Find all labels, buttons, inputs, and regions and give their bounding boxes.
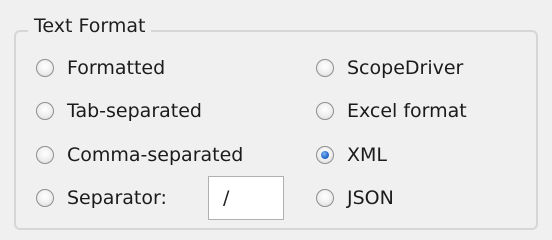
scopedriver-label: ScopeDriver: [347, 57, 464, 79]
xml-label: XML: [347, 144, 387, 166]
comma-separated-label: Comma-separated: [67, 144, 244, 166]
formatted-radio-button[interactable]: [36, 59, 54, 77]
comma-separated-radio-button[interactable]: [36, 146, 54, 164]
text-format-group-title: Text Format: [28, 14, 152, 38]
scopedriver-radio-option[interactable]: ScopeDriver: [316, 52, 463, 84]
separator-radio-option[interactable]: Separator:: [36, 182, 167, 214]
excel-format-radio-option[interactable]: Excel format: [316, 95, 467, 127]
separator-label: Separator:: [67, 187, 167, 209]
excel-format-label: Excel format: [347, 100, 467, 122]
json-radio-option[interactable]: JSON: [316, 182, 394, 214]
formatted-label: Formatted: [67, 57, 166, 79]
excel-format-radio-button[interactable]: [316, 102, 334, 120]
xml-radio-option[interactable]: XML: [316, 139, 387, 171]
xml-radio-button[interactable]: [316, 146, 334, 164]
separator-input[interactable]: [208, 176, 284, 220]
json-radio-button[interactable]: [316, 189, 334, 207]
formatted-radio-option[interactable]: Formatted: [36, 52, 165, 84]
tab-separated-radio-button[interactable]: [36, 102, 54, 120]
tab-separated-label: Tab-separated: [67, 100, 202, 122]
tab-separated-radio-option[interactable]: Tab-separated: [36, 95, 202, 127]
json-label: JSON: [347, 187, 394, 209]
separator-radio-button[interactable]: [36, 189, 54, 207]
scopedriver-radio-button[interactable]: [316, 59, 334, 77]
comma-separated-radio-option[interactable]: Comma-separated: [36, 139, 243, 171]
